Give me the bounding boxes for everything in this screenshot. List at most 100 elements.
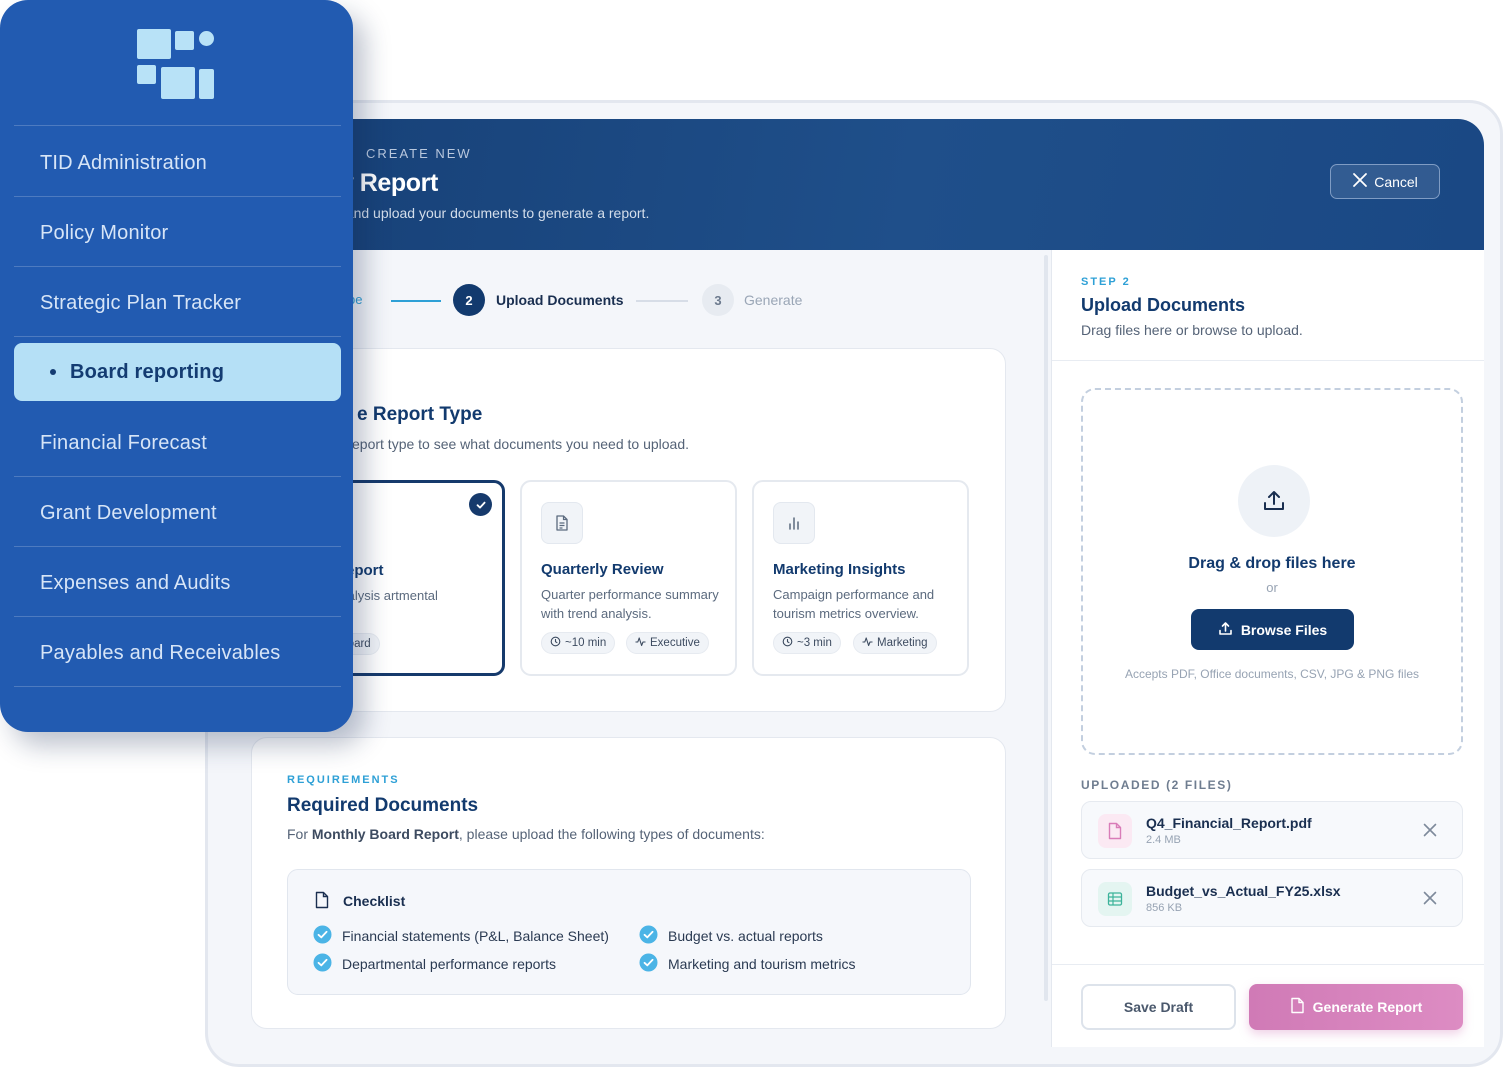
checklist-box: Checklist Financial statements (P&L, Bal… [287,869,971,995]
nav-divider [14,476,341,477]
check-circle-icon [313,925,332,947]
requirements-card: REQUIREMENTS Required Documents For Mont… [251,737,1006,1029]
divider [1052,360,1484,361]
header-eyebrow: CREATE NEW [366,146,472,161]
upload-icon [1218,621,1233,639]
checklist-item: Departmental performance reports [313,953,556,975]
check-circle-icon [313,953,332,975]
cancel-button[interactable]: Cancel [1330,164,1440,199]
activity-icon [635,636,646,650]
clock-icon [782,636,793,650]
active-bullet [50,369,56,375]
file-name: Budget_vs_Actual_FY25.xlsx [1146,883,1341,899]
option-title: Quarterly Review [541,561,664,578]
pdf-file-icon [1098,814,1132,848]
option-description: Campaign performance and tourism metrics… [773,587,935,621]
selected-check-icon [469,493,492,516]
activity-icon [862,636,873,650]
close-icon [1352,172,1368,191]
dropzone-or: or [1266,580,1278,595]
dropzone-title: Drag & drop files here [1188,555,1356,572]
chip-label: Marketing [877,637,928,649]
app-logo [137,29,217,101]
step-connector-2 [636,300,688,302]
remove-file-close-icon[interactable] [1420,820,1440,840]
sidebar-item-label: Board reporting [70,360,225,383]
step-3-label[interactable]: Generate [744,292,802,308]
screen: CREATE NEW New Report rt type and upload… [0,0,1505,1069]
option-time-chip: ~10 min [541,632,616,654]
sidebar-item-board-reporting[interactable]: Board reporting [14,343,341,401]
sidebar-item-label: Financial Forecast [40,431,207,454]
save-draft-button[interactable]: Save Draft [1081,984,1236,1030]
report-type-card: e Report Type eport type to see what doc… [251,348,1006,712]
chip-label: ~10 min [565,637,607,649]
browse-files-label: Browse Files [1240,621,1328,638]
file-size: 2.4 MB [1146,834,1181,846]
nav-divider [14,686,341,687]
uploaded-file-row: Budget_vs_Actual_FY25.xlsx 856 KB [1081,869,1463,927]
upload-panel: STEP 2 Upload Documents Drag files here … [1051,250,1484,1047]
sidebar-item-strategic-plan-tracker[interactable]: Strategic Plan Tracker [14,274,341,332]
page-subtitle: rt type and upload your documents to gen… [303,205,650,221]
nav-divider [14,266,341,267]
option-audience-chip: Marketing [853,632,937,654]
report-type-description: eport type to see what documents you nee… [352,436,690,452]
sidebar-item-grant-development[interactable]: Grant Development [14,484,341,542]
checklist-item-label: Budget vs. actual reports [668,928,823,944]
upload-step-eyebrow: STEP 2 [1081,276,1131,288]
generate-report-label: Generate Report [1312,999,1423,1015]
nav-divider [14,125,341,126]
step-3-number[interactable]: 3 [702,284,734,316]
sidebar-item-label: Grant Development [40,501,217,524]
scrollbar[interactable] [1044,255,1048,1001]
app-window: CREATE NEW New Report rt type and upload… [205,100,1503,1067]
remove-file-close-icon[interactable] [1420,888,1440,908]
sidebar-item-label: Payables and Receivables [40,641,281,664]
checklist-item-label: Financial statements (P&L, Balance Sheet… [342,928,609,944]
sidebar-item-label: Expenses and Audits [40,571,231,594]
file-dropzone[interactable]: Drag & drop files here or Browse Files A… [1081,388,1463,755]
sidebar-item-payables-and-receivables[interactable]: Payables and Receivables [14,624,341,682]
page-header: CREATE NEW New Report rt type and upload… [208,119,1484,250]
sidebar-item-label: Policy Monitor [40,221,169,244]
nav-divider [14,196,341,197]
option-audience-chip: Executive [626,632,709,654]
document-icon [1290,997,1305,1017]
sidebar-item-policy-monitor[interactable]: Policy Monitor [14,204,341,262]
cancel-label: Cancel [1374,173,1418,190]
step-2-number[interactable]: 2 [453,284,485,316]
file-size: 856 KB [1146,902,1183,914]
bar-chart-icon [773,502,815,544]
accepted-formats-note: Accepts PDF, Office documents, CSV, JPG … [1124,667,1420,681]
uploaded-file-row: Q4_Financial_Report.pdf 2.4 MB [1081,801,1463,859]
document-icon [541,502,583,544]
generate-report-button[interactable]: Generate Report [1249,984,1463,1030]
file-name: Q4_Financial_Report.pdf [1146,815,1312,831]
nav-divider [14,546,341,547]
checklist-item-label: Marketing and tourism metrics [668,956,856,972]
uploaded-files-label: UPLOADED (2 FILES) [1081,778,1233,792]
checklist-item: Marketing and tourism metrics [639,953,856,975]
nav-divider [14,616,341,617]
sidebar-item-expenses-and-audits[interactable]: Expenses and Audits [14,554,341,612]
chip-label: Executive [650,637,700,649]
check-circle-icon [639,953,658,975]
step-connector-1 [391,300,441,302]
check-circle-icon [639,925,658,947]
footer-divider [1052,964,1484,965]
option-title: Marketing Insights [773,561,906,578]
clock-icon [550,636,561,650]
nav-divider [14,336,341,337]
sidebar-item-tid-administration[interactable]: TID Administration [14,134,341,192]
report-option-quarterly-review[interactable]: Quarterly Review Quarter performance sum… [520,480,737,676]
checklist-item-label: Departmental performance reports [342,956,556,972]
desc-suffix: , please upload the following types of d… [458,826,765,842]
checklist-item: Financial statements (P&L, Balance Sheet… [313,925,609,947]
file-icon [314,891,330,914]
checklist-title: Checklist [343,893,406,909]
report-option-marketing-insights[interactable]: Marketing Insights Campaign performance … [752,480,969,676]
sidebar-item-financial-forecast[interactable]: Financial Forecast [14,414,341,472]
step-2-label[interactable]: Upload Documents [496,292,624,308]
browse-files-button[interactable]: Browse Files [1191,609,1354,650]
